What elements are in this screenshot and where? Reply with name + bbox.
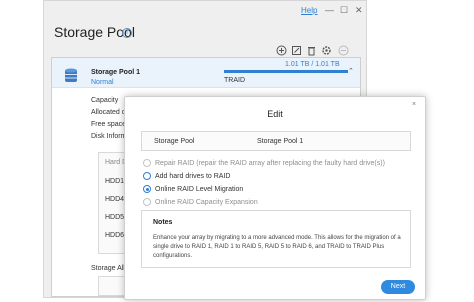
notes-title: Notes [153, 219, 173, 226]
radio-button[interactable] [143, 198, 151, 206]
settings-icon[interactable] [321, 45, 332, 56]
help-link[interactable]: Help [301, 6, 317, 15]
info-icon[interactable]: i [122, 28, 132, 38]
detail-capacity: Capacity [91, 97, 119, 104]
close-window-icon[interactable]: ✕ [355, 5, 363, 15]
disk-row[interactable]: HDD6 [105, 232, 124, 239]
pool-name: Storage Pool 1 [91, 69, 141, 76]
notes-box: Notes Enhance your array by migrating to… [141, 210, 411, 268]
delete-icon[interactable] [306, 45, 317, 56]
maximize-icon[interactable]: ☐ [340, 5, 348, 15]
option-label: Repair RAID (repair the RAID array after… [155, 159, 385, 167]
radio-button[interactable] [143, 172, 151, 180]
disk-row[interactable]: HDD5 [105, 214, 124, 221]
pool-header[interactable]: Storage Pool 1 Normal 1.01 TB / 1.01 TB … [52, 58, 360, 88]
window-topbar: Help — ☐ ✕ [44, 1, 366, 19]
database-icon [65, 68, 77, 82]
pool-capacity: 1.01 TB / 1.01 TB [285, 61, 340, 68]
capacity-bar [224, 70, 348, 73]
disabled-icon [338, 45, 349, 56]
edit-dialog: Edit × Storage Pool Storage Pool 1 Repai… [124, 96, 426, 300]
minimize-icon[interactable]: — [325, 5, 334, 15]
chevron-up-icon[interactable]: ⌃ [348, 67, 354, 75]
option-level-migration[interactable]: Online RAID Level Migration [143, 184, 243, 194]
pool-status: Normal [91, 79, 114, 86]
option-label: Add hard drives to RAID [155, 172, 231, 180]
raid-type: TRAID [224, 77, 245, 84]
detail-free-space: Free space [91, 121, 127, 128]
storage-pool-info: Storage Pool Storage Pool 1 [141, 131, 411, 151]
add-icon[interactable] [276, 45, 287, 56]
edit-icon[interactable] [291, 45, 302, 56]
info-key: Storage Pool [154, 138, 195, 145]
disk-row[interactable]: HDD1 [105, 178, 124, 185]
dialog-title: Edit [267, 109, 283, 119]
next-button[interactable]: Next [381, 280, 415, 294]
notes-text: Enhance your array by migrating to a mor… [153, 235, 401, 259]
close-icon[interactable]: × [412, 101, 416, 108]
radio-button[interactable] [143, 185, 151, 193]
info-value: Storage Pool 1 [257, 138, 304, 145]
option-repair-raid[interactable]: Repair RAID (repair the RAID array after… [143, 158, 385, 168]
option-label: Online RAID Capacity Expansion [155, 198, 258, 206]
option-capacity-expansion[interactable]: Online RAID Capacity Expansion [143, 197, 258, 207]
option-add-drives[interactable]: Add hard drives to RAID [143, 171, 230, 181]
disk-row[interactable]: HDD4 [105, 196, 124, 203]
radio-button[interactable] [143, 159, 151, 167]
option-label: Online RAID Level Migration [155, 185, 244, 193]
